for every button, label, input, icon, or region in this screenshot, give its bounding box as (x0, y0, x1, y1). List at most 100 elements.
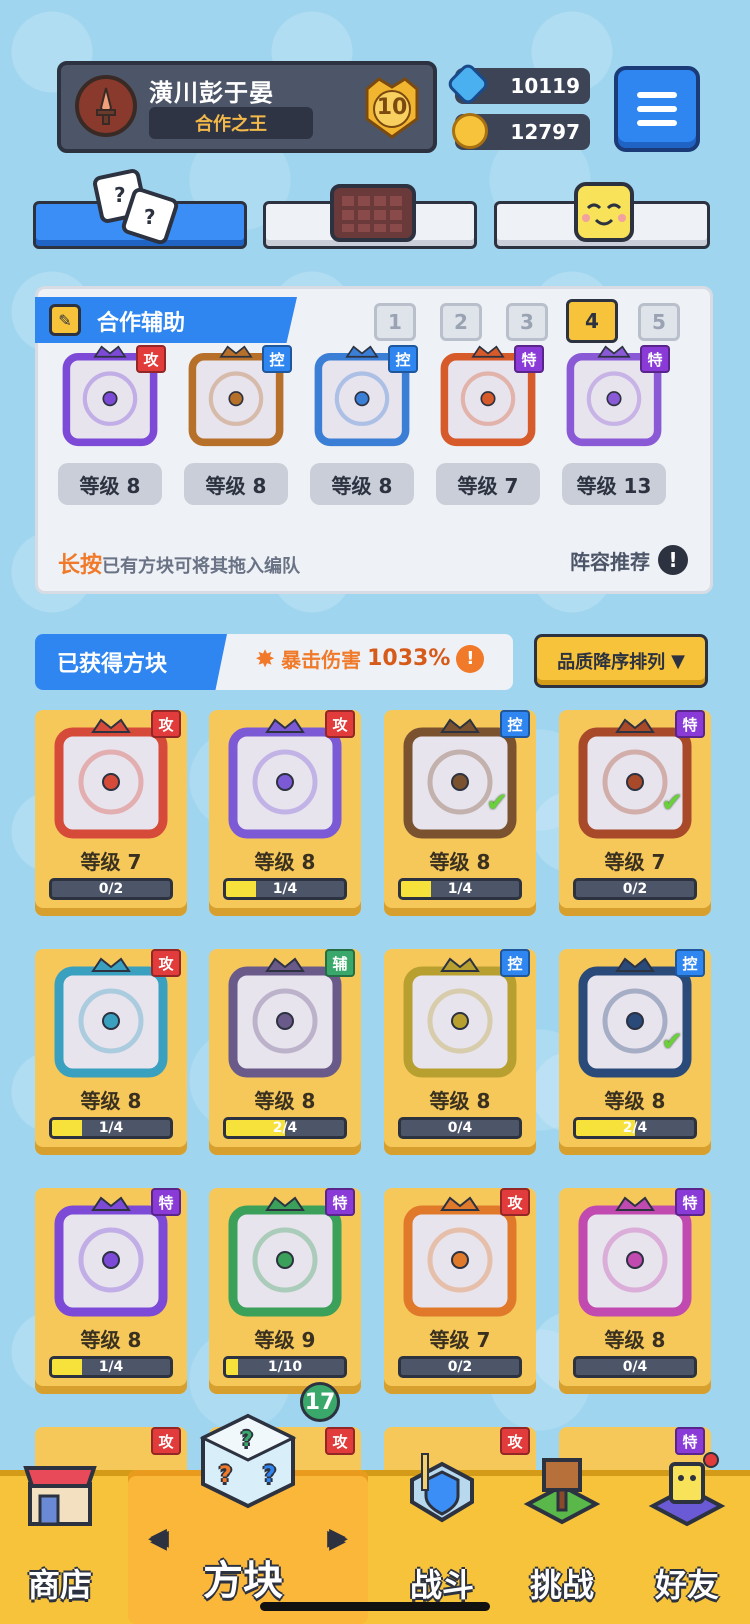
type-badge: 特 (675, 1188, 705, 1216)
type-badge: 控 (675, 949, 705, 977)
type-badge: 攻 (136, 345, 166, 373)
assist-slot[interactable]: 特 (436, 345, 544, 449)
progress-text: 1/4 (98, 1120, 124, 1136)
page-tab-2[interactable]: 2 (440, 303, 482, 341)
upgrade-progress-bar: 0/2 (398, 1356, 522, 1378)
block-card[interactable]: 攻等级 7 0/2 (384, 1188, 536, 1394)
block-level: 等级 7 (80, 850, 142, 874)
crit-damage[interactable]: ✸ 暴击伤害 1033% ! (255, 644, 485, 673)
block-level: 等级 8 (254, 1089, 316, 1113)
sort-button[interactable]: 品质降序排列 ▼ (534, 634, 708, 688)
upgrade-progress-bar: 0/2 (49, 878, 173, 900)
blocks-count-badge: 17 (300, 1382, 340, 1422)
svg-text:?: ? (144, 205, 156, 229)
progress-text: 1/4 (98, 1359, 124, 1375)
assist-slot[interactable]: 控 (310, 345, 418, 449)
owned-header: 已获得方块 ✸ 暴击伤害 1033% ! (35, 634, 513, 690)
svg-text:?: ? (263, 1463, 276, 1488)
block-card[interactable]: 控 ✔ 等级 8 1/4 (384, 710, 536, 916)
nav-friends[interactable]: 好友 (624, 1452, 750, 1624)
block-card[interactable]: 控等级 8 0/4 (384, 949, 536, 1155)
block-card[interactable]: 特等级 9 1/10 (209, 1188, 361, 1394)
block-card[interactable]: 特等级 8 0/4 (559, 1188, 711, 1394)
upgrade-progress-bar: 0/2 (573, 878, 697, 900)
hint-text: 已有方块可将其拖入编队 (102, 556, 301, 577)
block-card[interactable]: 攻等级 7 0/2 (35, 710, 187, 916)
nav-challenge-label: 挑战 (529, 1566, 594, 1604)
upgrade-progress-bar: 1/10 (223, 1356, 347, 1378)
progress-text: 2/4 (622, 1120, 648, 1136)
block-card[interactable]: 攻等级 8 1/4 (209, 710, 361, 916)
type-badge: 攻 (325, 1427, 355, 1455)
dice-icon: ? ? (93, 169, 179, 245)
progress-text: 1/10 (267, 1359, 303, 1375)
shop-icon (23, 1466, 97, 1526)
friend-character-icon (648, 1452, 726, 1527)
upgrade-progress-bar: 1/4 (223, 878, 347, 900)
svg-text:?: ? (114, 183, 126, 207)
signboard-icon (523, 1458, 601, 1525)
block-level: 等级 8 (604, 1089, 666, 1113)
assist-panel: ✎ 合作辅助 1 2 3 4 5 攻等级 8 控等级 8 控等级 8 特等级 7 特等级… (35, 286, 713, 594)
page-tab-1[interactable]: 1 (374, 303, 416, 341)
block-level: 等级 8 (429, 850, 491, 874)
page-tab-4[interactable]: 4 (566, 299, 618, 343)
check-icon: ✔ (661, 788, 683, 818)
block-card[interactable]: 特等级 8 1/4 (35, 1188, 187, 1394)
lineup-recommend-button[interactable]: 阵容推荐 ! (570, 545, 688, 575)
block-card[interactable]: 攻等级 8 1/4 (35, 949, 187, 1155)
home-indicator (260, 1602, 490, 1611)
assist-heading: 合作辅助 (97, 311, 186, 336)
menu-line (637, 106, 677, 112)
nav-friends-label: 好友 (654, 1566, 719, 1604)
type-badge: 特 (325, 1188, 355, 1216)
type-badge: 控 (500, 949, 530, 977)
type-badge: 辅 (325, 949, 355, 977)
prev-arrow-icon[interactable]: ◀ (150, 1526, 167, 1551)
menu-line (637, 120, 677, 126)
next-arrow-icon[interactable]: ▶ (329, 1526, 346, 1551)
progress-text: 0/2 (447, 1359, 473, 1375)
grid-board-icon (330, 184, 416, 242)
assist-slot[interactable]: 攻 (58, 345, 166, 449)
block-level: 等级 7 (429, 1328, 491, 1352)
nav-battle[interactable]: 战斗 (382, 1453, 502, 1624)
svg-text:?: ? (241, 1427, 253, 1451)
info-icon: ! (456, 644, 485, 673)
block-level: 等级 8 (254, 850, 316, 874)
block-level: 等级 8 (429, 1089, 491, 1113)
progress-text: 2/4 (272, 1120, 298, 1136)
player-name: 潢川彭于晏 (149, 79, 274, 107)
assist-slot[interactable]: 特 (562, 345, 670, 449)
page-tab-5[interactable]: 5 (638, 303, 680, 341)
progress-text: 0/4 (447, 1120, 473, 1136)
sword-icon (96, 87, 116, 125)
nav-shop[interactable]: 商店 (0, 1466, 120, 1624)
crit-label: 暴击伤害 (281, 648, 362, 672)
page-tab-3[interactable]: 3 (506, 303, 548, 341)
nav-blocks[interactable]: ? ? ? ◀ ▶ 方块 (128, 1413, 368, 1624)
upgrade-progress-bar: 1/4 (398, 878, 522, 900)
block-card[interactable]: 特 ✔ 等级 7 0/2 (559, 710, 711, 916)
block-card[interactable]: 控 ✔ 等级 8 2/4 (559, 949, 711, 1155)
owned-heading-bg: 已获得方块 (35, 634, 227, 690)
menu-button[interactable] (614, 66, 700, 152)
profile-card[interactable]: 潢川彭于晏 合作之王 10 (57, 61, 437, 153)
sort-label: 品质降序排列 (557, 652, 666, 673)
type-badge: 攻 (325, 710, 355, 738)
smiley-block-icon (574, 182, 634, 242)
gem-count: 10119 (510, 74, 580, 98)
block-level: 等级 8 (80, 1089, 142, 1113)
type-badge: 攻 (500, 1188, 530, 1216)
assist-slot[interactable]: 控 (184, 345, 292, 449)
progress-text: 1/4 (272, 881, 298, 897)
type-badge: 特 (151, 1188, 181, 1216)
block-card[interactable]: 辅等级 8 2/4 (209, 949, 361, 1155)
nav-battle-label: 战斗 (409, 1566, 474, 1604)
crit-icon: ✸ (255, 644, 276, 673)
assist-slot-level: 等级 8 (310, 463, 414, 505)
upgrade-progress-bar: 2/4 (223, 1117, 347, 1139)
nav-challenge[interactable]: 挑战 (502, 1458, 622, 1624)
pencil-icon[interactable]: ✎ (49, 304, 81, 336)
check-icon: ✔ (486, 788, 508, 818)
